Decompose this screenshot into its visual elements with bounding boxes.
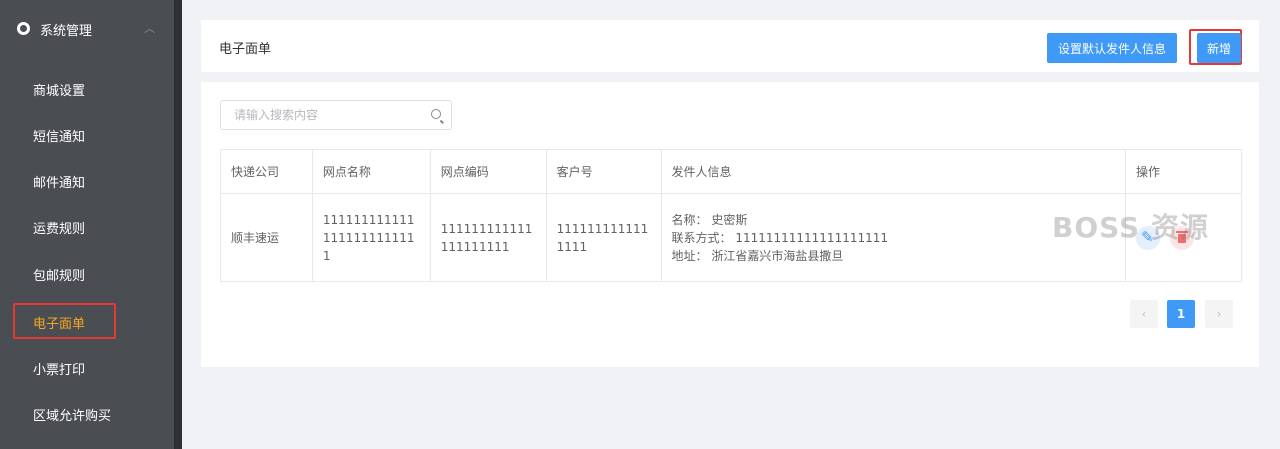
sender-contact: 联系方式： 11111111111111111111 — [671, 230, 889, 245]
cell-actions — [1125, 193, 1242, 282]
cell-sender-info: 名称： 史密斯 联系方式： 11111111111111111111 地址： 浙… — [660, 193, 1127, 282]
sidebar-item-label: 短信通知 — [33, 129, 86, 145]
sender-name: 名称： 史密斯 — [671, 212, 748, 227]
column-header: 客户号 — [545, 149, 662, 194]
search-input[interactable] — [221, 101, 421, 129]
column-header: 快递公司 — [220, 149, 313, 194]
column-header: 发件人信息 — [660, 149, 1127, 194]
sidebar-item-region-purchase[interactable]: 区域允许购买 — [0, 391, 174, 437]
pagination-prev-button[interactable]: ‹ — [1130, 300, 1158, 328]
sidebar-group-label: 系统管理 — [40, 24, 93, 39]
sidebar: 系统管理 ﹀ 商城设置 短信通知 邮件通知 运费规则 包邮规则 电子面单 小票打… — [0, 0, 174, 449]
sidebar-item-shipping-rules[interactable]: 运费规则 — [0, 204, 174, 250]
sidebar-item-free-shipping-rules[interactable]: 包邮规则 — [0, 251, 174, 297]
table-row: 顺丰速运 1111111111111111111111111 111111111… — [220, 193, 1242, 282]
edit-icon[interactable] — [1136, 225, 1161, 250]
pagination-page-button[interactable]: 1 — [1167, 300, 1195, 328]
cell-customer-no: 1111111111111111 — [545, 193, 662, 282]
page-header: 电子面单 设置默认发件人信息 新增 — [201, 20, 1259, 72]
search-icon[interactable] — [431, 109, 441, 119]
add-new-button[interactable]: 新增 — [1197, 33, 1241, 63]
sidebar-item-label: 区域允许购买 — [33, 408, 112, 424]
column-header: 网点名称 — [311, 149, 431, 194]
highlight-box — [13, 303, 116, 339]
pagination-next-button[interactable]: › — [1205, 300, 1233, 328]
sidebar-item-label: 运费规则 — [33, 221, 86, 237]
sidebar-item-label: 商城设置 — [33, 83, 86, 99]
sender-address: 地址： 浙江省嘉兴市海盐县撒旦 — [671, 248, 844, 263]
sidebar-item-receipt-print[interactable]: 小票打印 — [0, 345, 174, 391]
sidebar-scrollbar[interactable] — [174, 0, 182, 449]
waybill-table: 快递公司 网点名称 网点编码 客户号 发件人信息 操作 顺丰速运 1111111… — [220, 149, 1242, 282]
main-content: 快递公司 网点名称 网点编码 客户号 发件人信息 操作 顺丰速运 1111111… — [201, 82, 1259, 367]
sidebar-item-mall-settings[interactable]: 商城设置 — [0, 66, 174, 112]
cell-outlet-code: 111111111111111111111 — [429, 193, 547, 282]
sidebar-item-label: 邮件通知 — [33, 175, 86, 191]
sidebar-item-email-notify[interactable]: 邮件通知 — [0, 158, 174, 204]
column-header: 网点编码 — [429, 149, 547, 194]
sidebar-group-system-management[interactable]: 系统管理 ﹀ — [0, 0, 174, 56]
set-default-sender-button[interactable]: 设置默认发件人信息 — [1047, 33, 1177, 63]
chevron-up-icon: ﹀ — [144, 21, 155, 34]
settings-ring-icon — [17, 22, 30, 35]
sidebar-item-electronic-waybill[interactable]: 电子面单 — [0, 299, 174, 345]
delete-icon[interactable] — [1170, 225, 1195, 250]
sidebar-item-label: 包邮规则 — [33, 268, 86, 284]
cell-outlet-name: 1111111111111111111111111 — [311, 193, 431, 282]
column-header: 操作 — [1125, 149, 1242, 194]
cell-company: 顺丰速运 — [220, 193, 313, 282]
search-box — [220, 100, 452, 130]
page-title: 电子面单 — [219, 42, 272, 57]
sidebar-item-sms-notify[interactable]: 短信通知 — [0, 112, 174, 158]
table-header-row: 快递公司 网点名称 网点编码 客户号 发件人信息 操作 — [220, 149, 1242, 194]
sidebar-item-label: 小票打印 — [33, 362, 86, 378]
